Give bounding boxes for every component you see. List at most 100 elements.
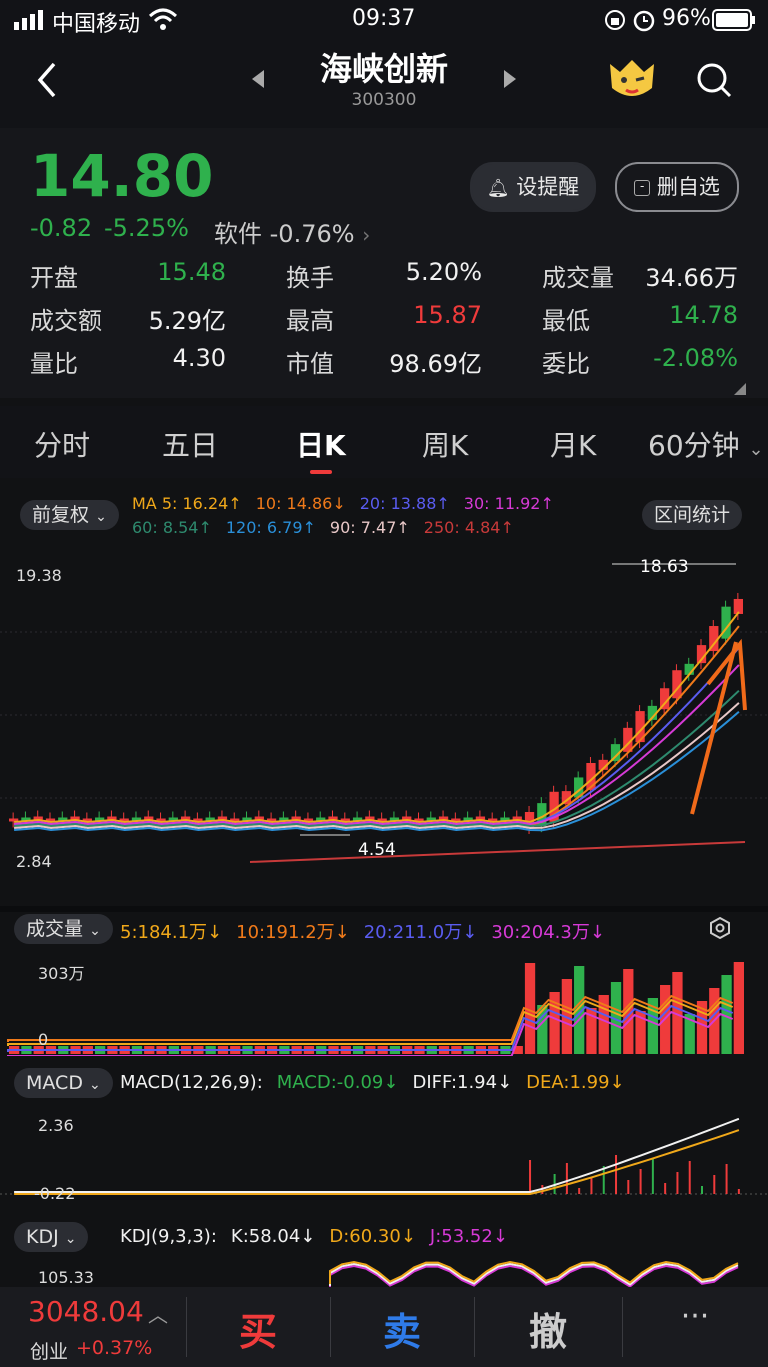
status-bar: 中国移动 09:37 96% [0, 0, 768, 40]
legend-item: KDJ(9,3,3): [120, 1226, 217, 1247]
stat-value: 5.20% [405, 258, 482, 286]
wifi-icon [148, 8, 178, 38]
quote-panel: 14.80 🔔︎ 设提醒 - 删自选 -0.82 -5.25% 软件 -0.76… [0, 128, 768, 398]
volume-chart[interactable] [0, 952, 768, 1056]
macd-chart[interactable] [0, 1106, 768, 1206]
cancel-button[interactable]: 撤 [474, 1301, 622, 1356]
legend-item: 30: 11.92↑ [463, 494, 554, 513]
volume-dropdown[interactable]: 成交量 ⌄ [14, 914, 113, 944]
legend-item: 90: 7.47↑ [329, 518, 410, 537]
settings-icon[interactable] [708, 916, 732, 944]
mascot-icon[interactable] [604, 54, 660, 106]
top-bar: 海峡创新 300300 [0, 40, 768, 128]
expand-corner-icon[interactable] [734, 380, 746, 399]
index-name: 创业 [30, 1341, 69, 1363]
set-alert-button[interactable]: 🔔︎ 设提醒 [470, 162, 596, 212]
buy-button[interactable]: 买 [186, 1301, 330, 1356]
stat-label: 成交额 [30, 307, 102, 335]
sector-link[interactable]: 软件 -0.76% › [214, 214, 370, 249]
legend-item: K:58.04↓ [230, 1226, 316, 1247]
ma-line [14, 611, 740, 824]
tab-daily-k[interactable]: 日K [296, 424, 346, 464]
kdj-legend: KDJ(9,3,3): K:58.04↓ D:60.30↓ J:53.52↓ [120, 1226, 522, 1247]
legend-item: MA 5: 16.24↑ [132, 494, 242, 513]
legend-item: 120: 6.79↑ [225, 518, 316, 537]
diff-line [14, 1117, 740, 1193]
kdj-panel: KDJ ⌄ KDJ(9,3,3): K:58.04↓ D:60.30↓ J:53.52… [0, 1216, 768, 1288]
volume-legend: 5:184.1万↓ 10:191.2万↓ 20:211.0万↓ 30:204.3万↓ [120, 918, 619, 944]
chevron-down-icon: ⌄ [89, 1077, 101, 1093]
tab-60min[interactable]: 60分钟 ⌄ [648, 424, 764, 464]
chevron-down-icon: ⌄ [64, 1231, 77, 1247]
stat-label: 成交量 [542, 264, 614, 292]
range-stats-button[interactable]: 区间统计 [642, 500, 743, 530]
legend-item: 250: 4.84↑ [423, 518, 514, 537]
battery-icon [712, 9, 756, 37]
tab-60min-label: 60分钟 [648, 429, 740, 462]
sell-button[interactable]: 卖 [330, 1301, 474, 1356]
index-value[interactable]: 3048.04 [28, 1295, 144, 1328]
volume-bar [733, 962, 744, 1054]
next-stock-icon[interactable] [502, 68, 518, 94]
minus-box-icon: - [634, 180, 651, 196]
legend-item: 20: 13.88↑ [359, 494, 450, 513]
macd-panel: MACD ⌄ MACD(12,26,9): MACD:-0.09↓ DIFF:1.9… [0, 1064, 768, 1214]
dea-line [14, 1129, 740, 1195]
stock-code: 300300 [351, 90, 417, 110]
index-change: +0.37% [76, 1337, 153, 1359]
tab-weekly-k[interactable]: 周K [422, 424, 468, 464]
kline-min-label: 4.54 [358, 840, 396, 860]
legend-item: 20:211.0万↓ [363, 922, 478, 943]
stat-value: 14.78 [669, 301, 738, 329]
stat-label: 最高 [286, 307, 334, 335]
ma-line [14, 702, 740, 830]
chevron-down-icon: ⌄ [89, 923, 101, 939]
remove-watchlist-button[interactable]: - 删自选 [615, 162, 739, 212]
tab-five-day[interactable]: 五日 [162, 424, 218, 464]
kline-max-label: 18.63 [640, 557, 689, 577]
legend-item: 60: 8.54↑ [132, 518, 212, 537]
kdj-chart[interactable] [0, 1258, 768, 1288]
ma-legend-row1: MA 5: 16.24↑ 10: 14.86↓ 20: 13.88↑ 30: 11.9… [132, 494, 568, 513]
price-change: -0.82 [30, 214, 93, 242]
tab-intraday[interactable]: 分时 [34, 424, 90, 464]
volume-label: 成交量 [26, 918, 84, 940]
more-button[interactable]: ··· [622, 1299, 768, 1334]
search-icon[interactable] [694, 60, 734, 104]
stat-label: 市值 [286, 350, 334, 378]
kdj-y-top: 105.33 [38, 1268, 94, 1287]
kdj-line [329, 1264, 739, 1288]
volume-panel: 成交量 ⌄ 5:184.1万↓ 10:191.2万↓ 20:211.0万↓ 30:20… [0, 912, 768, 1062]
volume-y-zero: 0 [38, 1030, 49, 1049]
kdj-dropdown[interactable]: KDJ ⌄ [14, 1222, 89, 1252]
alarm-icon [632, 8, 656, 38]
chevron-up-icon[interactable]: ︿ [148, 1299, 168, 1328]
stat-value: 98.69亿 [389, 350, 482, 378]
stat-label: 最低 [542, 307, 590, 335]
macd-y-top: 2.36 [38, 1116, 74, 1135]
legend-item: MACD:-0.09↓ [276, 1072, 399, 1093]
back-icon[interactable] [32, 60, 62, 104]
legend-item: 30:204.3万↓ [491, 922, 605, 943]
kline-y-low: 2.84 [16, 852, 52, 871]
stock-name: 海峡创新 [319, 50, 448, 88]
ma-250-line [249, 841, 746, 863]
legend-item: MACD(12,26,9): [120, 1072, 263, 1093]
chevron-right-icon: › [362, 223, 371, 247]
stat-label: 委比 [542, 350, 590, 378]
legend-item: DEA:1.99↓ [526, 1072, 625, 1093]
chevron-down-icon: ⌄ [748, 439, 764, 460]
stat-label: 开盘 [30, 264, 78, 292]
stat-value: 15.87 [413, 301, 482, 329]
set-alert-label: 设提醒 [516, 175, 580, 199]
stat-value: 34.66万 [645, 264, 738, 292]
macd-label: MACD [26, 1072, 83, 1094]
macd-dropdown[interactable]: MACD ⌄ [14, 1068, 113, 1098]
adjust-label: 前复权 [32, 504, 90, 526]
legend-item: 10:191.2万↓ [236, 922, 350, 943]
macd-legend: MACD(12,26,9): MACD:-0.09↓ DIFF:1.94↓ DEA:1… [120, 1072, 639, 1093]
tab-monthly-k[interactable]: 月K [550, 424, 596, 464]
adjust-dropdown[interactable]: 前复权 ⌄ [20, 500, 119, 530]
clock: 09:37 [352, 6, 416, 31]
prev-stock-icon[interactable] [250, 68, 266, 94]
